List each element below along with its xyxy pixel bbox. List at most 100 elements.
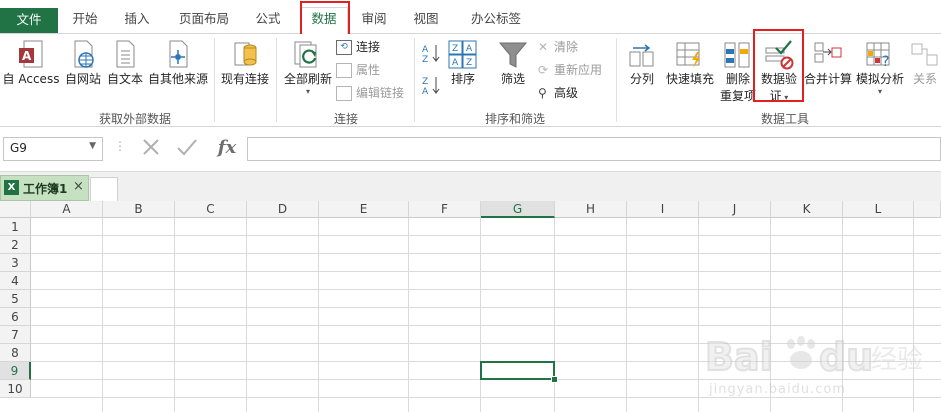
sort-button[interactable]: ZAAZ 排序 [446, 40, 480, 87]
tab-review[interactable]: 审阅 [352, 8, 396, 32]
refresh-icon [293, 40, 323, 70]
baidu-watermark: Bai du 经验 jingyan.baidu.com [704, 334, 924, 397]
column-header-i[interactable]: I [627, 201, 699, 218]
formula-bar: G9 ▼ ⋮ fx [0, 127, 941, 171]
web-icon [70, 40, 96, 70]
flash-fill-icon [675, 40, 705, 70]
row-header-5[interactable]: 5 [0, 290, 31, 308]
column-header-l[interactable]: L [843, 201, 914, 218]
sort-dialog-icon: ZAAZ [448, 40, 478, 70]
chevron-down-icon: ▾ [781, 93, 789, 102]
clear-filter-icon: ✕ [538, 40, 549, 54]
svg-text:Bai: Bai [705, 335, 773, 379]
formula-bar-dots-icon: ⋮ [114, 139, 126, 153]
remove-duplicates-button[interactable]: 删除 重复项 [718, 40, 758, 104]
column-header-b[interactable]: B [103, 201, 175, 218]
column-gridline [102, 218, 103, 412]
name-box[interactable]: G9 ▼ [3, 137, 103, 161]
column-header-partial[interactable] [914, 201, 941, 218]
row-header-10[interactable]: 10 [0, 380, 31, 398]
cancel-icon[interactable] [136, 135, 166, 161]
column-header-c[interactable]: C [175, 201, 247, 218]
tab-insert[interactable]: 插入 [114, 8, 160, 32]
properties-button[interactable]: 属性 [336, 60, 380, 80]
from-access-button[interactable]: A 自 Access [2, 40, 60, 87]
ribbon: A 自 Access 自网站 自文本 自其他来源 现有连接 获取外部数据 全部刷… [0, 29, 941, 127]
svg-text:经验: 经验 [871, 345, 923, 375]
tab-data[interactable]: 数据 [300, 7, 348, 35]
row-header-8[interactable]: 8 [0, 344, 31, 362]
consolidate-icon [813, 40, 843, 70]
existing-connections-button[interactable]: 现有连接 [218, 40, 272, 87]
column-header-k[interactable]: K [771, 201, 843, 218]
fill-handle[interactable] [551, 376, 558, 383]
chevron-down-icon: ▾ [305, 87, 310, 96]
relationships-button[interactable]: 关系 [908, 40, 941, 87]
clear-filter-button[interactable]: ✕ 清除 [538, 37, 578, 57]
filter-button[interactable]: 筛选 [496, 40, 530, 87]
connections-button[interactable]: ⟲ 连接 [336, 37, 380, 57]
refresh-all-button[interactable]: 全部刷新 ▾ [280, 40, 336, 96]
column-header-a[interactable]: A [31, 201, 103, 218]
row-header-2[interactable]: 2 [0, 236, 31, 254]
column-header-g[interactable]: G [481, 201, 555, 218]
svg-text:du: du [819, 335, 873, 379]
svg-text:A: A [466, 44, 473, 54]
flash-fill-button[interactable]: 快速填充 [662, 40, 718, 87]
sort-descending-button[interactable]: ZA [420, 74, 444, 97]
row-gridline [31, 289, 941, 290]
edit-links-icon [336, 86, 352, 101]
insert-function-icon[interactable]: fx [212, 135, 242, 161]
from-web-button[interactable]: 自网站 [62, 40, 104, 87]
tab-home[interactable]: 开始 [62, 8, 108, 32]
group-separator [414, 38, 415, 122]
from-other-sources-button[interactable]: 自其他来源 [146, 40, 210, 87]
column-header-e[interactable]: E [319, 201, 409, 218]
column-header-d[interactable]: D [247, 201, 319, 218]
edit-links-button[interactable]: 编辑链接 [336, 83, 404, 103]
text-to-columns-button[interactable]: 分列 [624, 40, 660, 87]
new-workbook-tab-button[interactable] [90, 177, 118, 202]
column-header-f[interactable]: F [409, 201, 481, 218]
tab-file[interactable]: 文件 [0, 8, 58, 33]
tab-formulas[interactable]: 公式 [246, 8, 290, 32]
enter-check-icon[interactable] [172, 135, 202, 161]
data-validation-icon [764, 40, 794, 70]
column-header-h[interactable]: H [555, 201, 627, 218]
row-header-6[interactable]: 6 [0, 308, 31, 326]
consolidate-button[interactable]: 合并计算 [804, 40, 852, 87]
select-all-corner[interactable] [0, 201, 31, 218]
formula-input[interactable] [247, 137, 941, 161]
svg-text:A: A [22, 49, 32, 63]
svg-text:A: A [422, 87, 429, 96]
properties-icon [336, 63, 352, 78]
column-gridline [698, 218, 699, 412]
svg-text:Z: Z [422, 77, 428, 87]
tab-view[interactable]: 视图 [404, 8, 448, 32]
row-header-7[interactable]: 7 [0, 326, 31, 344]
tab-page-layout[interactable]: 页面布局 [168, 8, 240, 32]
group-label-get-external-data: 获取外部数据 [98, 112, 171, 126]
row-header-3[interactable]: 3 [0, 254, 31, 272]
column-gridline [246, 218, 247, 412]
reapply-button[interactable]: ⟳ 重新应用 [538, 60, 602, 80]
row-header-1[interactable]: 1 [0, 218, 31, 236]
what-if-analysis-button[interactable]: ? 模拟分析 ▾ [852, 40, 908, 96]
row-header-9[interactable]: 9 [0, 362, 31, 380]
close-icon[interactable]: × [73, 179, 84, 194]
workbook-tab[interactable]: X 工作簿1 × [0, 175, 89, 201]
column-header-j[interactable]: J [699, 201, 771, 218]
advanced-filter-button[interactable]: ⚲ 高级 [538, 83, 578, 103]
from-text-button[interactable]: 自文本 [105, 40, 145, 87]
chevron-down-icon: ▾ [877, 87, 882, 96]
group-label-connections: 连接 [333, 112, 358, 126]
sort-za-icon: ZA [421, 74, 443, 97]
data-validation-button[interactable]: 数据验 证 ▾ [756, 40, 802, 104]
tab-office-tabs[interactable]: 办公标签 [456, 8, 536, 32]
column-gridline [480, 218, 481, 412]
selected-cell[interactable] [480, 361, 555, 380]
group-separator [616, 38, 617, 122]
row-header-4[interactable]: 4 [0, 272, 31, 290]
sort-ascending-button[interactable]: AZ [420, 42, 444, 65]
sort-az-icon: AZ [421, 42, 443, 65]
